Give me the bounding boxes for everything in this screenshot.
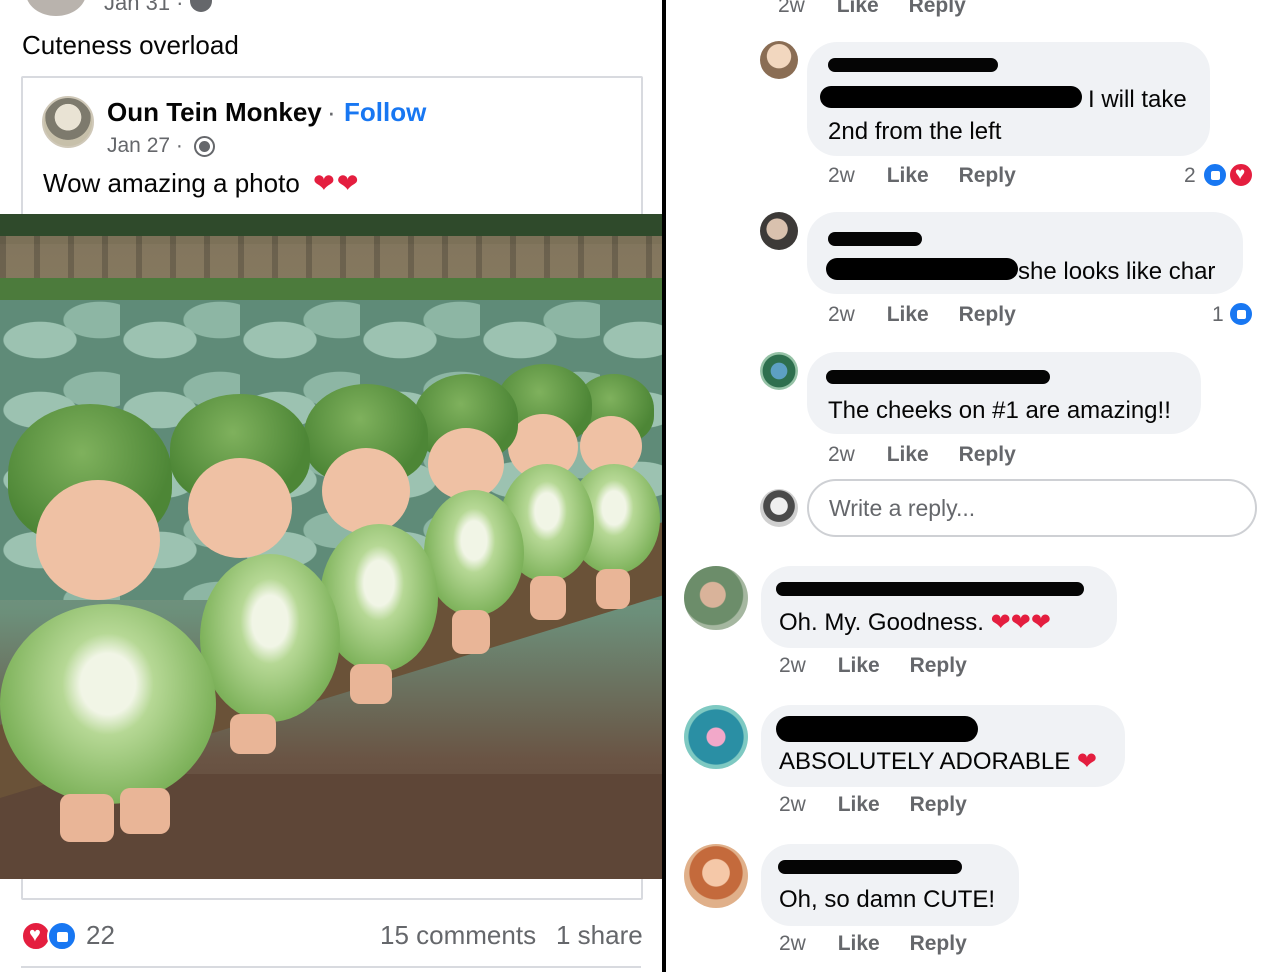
- comment-text-body: Oh. My. Goodness.: [779, 609, 984, 636]
- like-button[interactable]: Like: [838, 932, 880, 955]
- heart-emoji: ❤: [1076, 748, 1098, 775]
- commenter-avatar[interactable]: [684, 705, 748, 769]
- post-panel: Jan 31 · Cuteness overload Oun Tein Monk…: [0, 0, 662, 972]
- redaction-mark: [820, 86, 1082, 108]
- comment-meta: 2w Like Reply: [828, 443, 1016, 467]
- commenter-name-redacted: [776, 716, 978, 742]
- comment-meta: 2w Like Reply: [779, 654, 967, 678]
- like-button[interactable]: Like: [838, 793, 880, 816]
- comment-meta-top: 2w Like Reply: [778, 0, 966, 18]
- comment-time[interactable]: 2w: [778, 0, 805, 17]
- commenter-avatar[interactable]: [684, 844, 748, 908]
- like-button[interactable]: Like: [887, 164, 929, 187]
- heart-emojis: ❤❤: [313, 168, 361, 198]
- comment-text-body: ABSOLUTELY ADORABLE: [779, 748, 1071, 775]
- reply-button[interactable]: Reply: [910, 793, 967, 816]
- comment-text: Oh, so damn CUTE!: [779, 886, 996, 913]
- like-reaction-icon: [1202, 162, 1228, 188]
- commenter-name-redacted: [778, 860, 962, 874]
- comment-meta: 2w Like Reply: [779, 793, 967, 817]
- reply-button[interactable]: Reply: [910, 932, 967, 955]
- shared-post-text: Wow amazing a photo: [43, 168, 300, 198]
- comment-text: she looks like char: [1018, 258, 1216, 285]
- love-reaction-icon: [1228, 162, 1254, 188]
- globe-icon: [190, 0, 212, 12]
- commenter-name-redacted: [776, 582, 1084, 596]
- comment-time[interactable]: 2w: [828, 303, 855, 326]
- comment-reaction-count[interactable]: 2: [1184, 164, 1196, 188]
- like-button[interactable]: Like: [837, 0, 879, 17]
- reply-button[interactable]: Reply: [909, 0, 966, 17]
- comment-text-line2: 2nd from the left: [828, 118, 1002, 145]
- post-photo[interactable]: [0, 214, 662, 879]
- comment-text: Oh. My. Goodness. ❤❤❤: [779, 608, 1051, 637]
- comment-text: ABSOLUTELY ADORABLE ❤: [779, 747, 1097, 776]
- separator-dot: ·: [327, 97, 336, 127]
- comment-time[interactable]: 2w: [828, 443, 855, 466]
- globe-icon: [194, 136, 215, 157]
- commenter-avatar[interactable]: [684, 566, 748, 630]
- comment-meta: 2w Like Reply: [779, 932, 967, 956]
- like-button[interactable]: Like: [887, 303, 929, 326]
- commenter-avatar[interactable]: [760, 212, 798, 250]
- comment-time[interactable]: 2w: [828, 164, 855, 187]
- reply-input[interactable]: Write a reply...: [807, 479, 1257, 537]
- divider-line: [21, 966, 641, 968]
- comment-time[interactable]: 2w: [779, 932, 806, 955]
- comment-meta: 2w Like Reply: [828, 303, 1016, 327]
- comment-reaction-count[interactable]: 1: [1212, 303, 1224, 327]
- photo-baby-1: [0, 404, 220, 844]
- reply-button[interactable]: Reply: [959, 164, 1016, 187]
- reply-button[interactable]: Reply: [959, 303, 1016, 326]
- shared-author-avatar[interactable]: [42, 96, 94, 148]
- shared-author-name[interactable]: Oun Tein Monkey: [107, 97, 322, 128]
- comment-text: The cheeks on #1 are amazing!!: [828, 397, 1171, 424]
- sharer-avatar[interactable]: [26, 0, 86, 16]
- commenter-avatar[interactable]: [760, 41, 798, 79]
- redaction-mark: [826, 258, 1018, 280]
- post-caption: Cuteness overload: [22, 30, 239, 60]
- comment-text: I will take: [1088, 86, 1187, 113]
- sharer-date[interactable]: Jan 31 ·: [104, 0, 184, 16]
- commenter-name-redacted: [826, 370, 1050, 384]
- current-user-avatar[interactable]: [760, 489, 798, 527]
- share-count[interactable]: 1 share: [556, 920, 643, 951]
- reply-button[interactable]: Reply: [910, 654, 967, 677]
- shared-post-date[interactable]: Jan 27 ·: [107, 134, 183, 158]
- like-reaction-icon[interactable]: [47, 921, 77, 951]
- comment-time[interactable]: 2w: [779, 654, 806, 677]
- like-button[interactable]: Like: [838, 654, 880, 677]
- photo-fence: [0, 236, 662, 282]
- reply-button[interactable]: Reply: [959, 443, 1016, 466]
- commenter-name-redacted: [828, 58, 998, 72]
- like-button[interactable]: Like: [887, 443, 929, 466]
- comment-time[interactable]: 2w: [779, 793, 806, 816]
- comment-count[interactable]: 15 comments: [380, 920, 536, 951]
- heart-emojis: ❤❤❤: [990, 609, 1051, 636]
- follow-button[interactable]: Follow: [344, 97, 426, 128]
- comments-panel: 2w Like Reply I will take 2nd from the l…: [666, 0, 1276, 972]
- reaction-count[interactable]: 22: [86, 920, 115, 951]
- comment-meta: 2w Like Reply: [828, 164, 1016, 188]
- like-reaction-icon: [1228, 301, 1254, 327]
- commenter-avatar[interactable]: [760, 352, 798, 390]
- commenter-name-redacted: [828, 232, 922, 246]
